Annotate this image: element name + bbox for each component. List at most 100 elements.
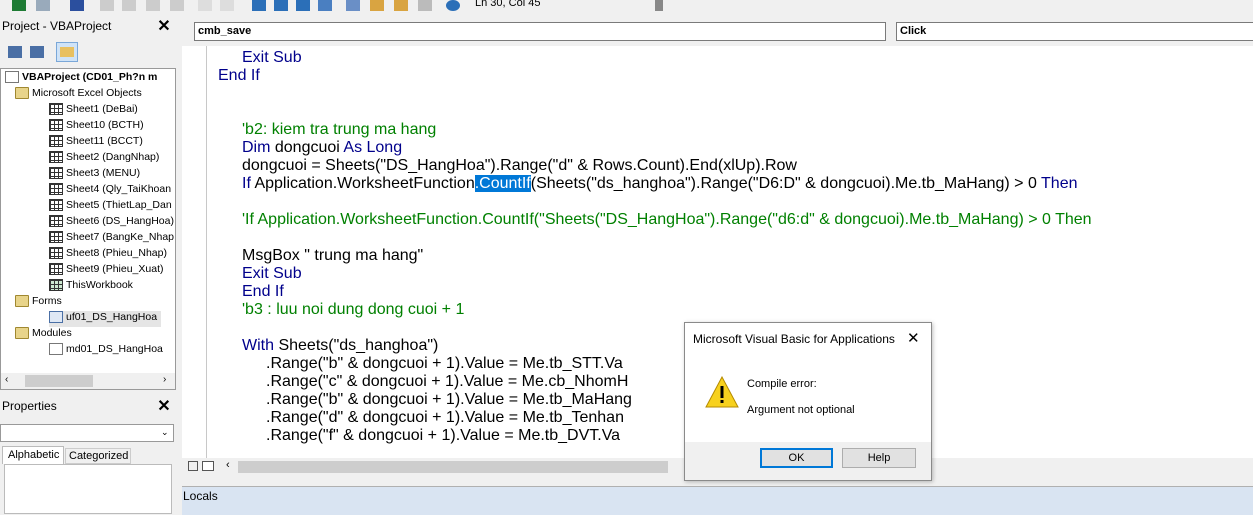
view-object-icon[interactable] bbox=[30, 46, 44, 58]
code-line: .Range("f" & dongcuoi + 1).Value = Me.tb… bbox=[266, 427, 621, 444]
worksheet-icon bbox=[49, 247, 63, 260]
selected-text: .CountIf bbox=[474, 175, 531, 192]
view-code-icon[interactable] bbox=[8, 46, 22, 58]
procedure-view-icon[interactable] bbox=[188, 461, 198, 471]
tree-item-sheet[interactable]: Sheet6 (DS_HangHoa) bbox=[49, 215, 174, 231]
scroll-left-icon[interactable]: ‹ bbox=[226, 459, 230, 471]
copy-icon[interactable] bbox=[122, 0, 136, 11]
warning-icon bbox=[705, 376, 739, 408]
worksheet-icon bbox=[49, 183, 63, 196]
toggle-folders-icon[interactable] bbox=[56, 42, 78, 62]
close-icon[interactable]: ✕ bbox=[907, 329, 920, 347]
help-button[interactable]: Help bbox=[842, 448, 916, 468]
tree-item-sheet[interactable]: Sheet5 (ThietLap_Dan bbox=[49, 199, 172, 215]
code-margin bbox=[182, 46, 207, 458]
project-explorer-icon[interactable] bbox=[346, 0, 360, 11]
project-tree: VBAProject (CD01_Ph?n m Microsoft Excel … bbox=[0, 68, 176, 390]
tree-item-sheet[interactable]: Sheet4 (Qly_TaiKhoan bbox=[49, 183, 171, 199]
tree-item-sheet[interactable]: Sheet1 (DeBai) bbox=[49, 103, 138, 119]
code-line: .Range("b" & dongcuoi + 1).Value = Me.tb… bbox=[266, 355, 623, 372]
toolbox-icon[interactable] bbox=[418, 0, 432, 11]
error-dialog: Microsoft Visual Basic for Applications … bbox=[684, 322, 932, 481]
properties-object-select[interactable]: ⌄ bbox=[0, 424, 174, 442]
break-icon[interactable] bbox=[274, 0, 288, 11]
tree-item-sheet[interactable]: Sheet2 (DangNhap) bbox=[49, 151, 159, 167]
worksheet-icon bbox=[49, 263, 63, 276]
chevron-down-icon[interactable]: ⌄ bbox=[161, 427, 169, 438]
project-panel-header: Project - VBAProject ✕ bbox=[0, 17, 176, 37]
code-line: 'b3 : luu noi dung dong cuoi + 1 bbox=[242, 301, 465, 318]
tree-folder-excel-objects[interactable]: Microsoft Excel Objects bbox=[15, 87, 142, 103]
project-panel-toolbar bbox=[0, 40, 176, 66]
code-line: dongcuoi = Sheets("DS_HangHoa").Range("d… bbox=[242, 157, 797, 174]
project-panel-title: Project - VBAProject bbox=[2, 19, 112, 33]
toolbar-overflow-icon[interactable] bbox=[655, 0, 663, 11]
scroll-left-icon[interactable]: ‹ bbox=[5, 374, 8, 385]
code-line: If Application.WorksheetFunction.CountIf… bbox=[242, 175, 1078, 192]
properties-panel-title: Properties bbox=[2, 399, 57, 413]
code-line: Exit Sub bbox=[242, 49, 302, 66]
code-line: .Range("c" & dongcuoi + 1).Value = Me.cb… bbox=[266, 373, 629, 390]
scroll-thumb[interactable] bbox=[238, 461, 668, 473]
close-properties-panel-icon[interactable]: ✕ bbox=[156, 399, 172, 415]
toolbar: Ln 30, Col 45 bbox=[0, 0, 1253, 14]
undo-icon[interactable] bbox=[198, 0, 212, 11]
cut-icon[interactable] bbox=[100, 0, 114, 11]
code-line: End If bbox=[218, 67, 260, 84]
help-icon[interactable] bbox=[446, 0, 460, 11]
tab-alphabetic[interactable]: Alphabetic bbox=[2, 446, 64, 464]
code-line: Dim dongcuoi As Long bbox=[242, 139, 403, 156]
tree-item-sheet[interactable]: Sheet3 (MENU) bbox=[49, 167, 140, 183]
folder-icon bbox=[15, 295, 29, 308]
save-icon[interactable] bbox=[70, 0, 84, 11]
tree-item-sheet[interactable]: Sheet10 (BCTH) bbox=[49, 119, 144, 135]
object-combo[interactable]: cmb_save ⌄ bbox=[194, 22, 886, 41]
tree-item-workbook[interactable]: ThisWorkbook bbox=[49, 279, 133, 295]
tab-categorized[interactable]: Categorized bbox=[65, 448, 131, 464]
chevron-down-icon: ⌄ bbox=[198, 26, 206, 36]
dialog-body: Compile error: Argument not optional bbox=[685, 354, 931, 442]
reset-icon[interactable] bbox=[296, 0, 310, 11]
tree-folder-modules[interactable]: Modules bbox=[15, 327, 72, 343]
object-browser-icon[interactable] bbox=[394, 0, 408, 11]
code-line: End If bbox=[242, 283, 284, 300]
worksheet-icon bbox=[49, 151, 63, 164]
find-icon[interactable] bbox=[170, 0, 184, 11]
properties-grid[interactable] bbox=[4, 464, 172, 514]
run-icon[interactable] bbox=[252, 0, 266, 11]
paste-icon[interactable] bbox=[146, 0, 160, 11]
worksheet-icon bbox=[49, 215, 63, 228]
tree-item-module[interactable]: md01_DS_HangHoa bbox=[49, 343, 163, 359]
insert-icon[interactable] bbox=[36, 0, 50, 11]
locals-title: Locals bbox=[183, 489, 218, 503]
worksheet-icon bbox=[49, 103, 63, 116]
tree-root[interactable]: VBAProject (CD01_Ph?n m bbox=[5, 71, 157, 87]
tree-item-sheet[interactable]: Sheet11 (BCCT) bbox=[49, 135, 143, 151]
ok-button[interactable]: OK bbox=[760, 448, 833, 468]
procedure-combo[interactable]: Click bbox=[896, 22, 1253, 41]
tree-item-sheet[interactable]: Sheet7 (BangKe_Nhap bbox=[49, 231, 174, 247]
folder-icon bbox=[15, 87, 29, 100]
excel-icon[interactable] bbox=[12, 0, 26, 11]
properties-icon[interactable] bbox=[370, 0, 384, 11]
tree-item-sheet[interactable]: Sheet8 (Phieu_Nhap) bbox=[49, 247, 167, 263]
tree-hscrollbar[interactable]: ‹ › bbox=[1, 373, 175, 389]
full-module-view-icon[interactable] bbox=[202, 461, 214, 471]
tree-item-form[interactable]: uf01_DS_HangHoa bbox=[49, 311, 162, 327]
code-line: Exit Sub bbox=[242, 265, 302, 282]
scroll-thumb[interactable] bbox=[25, 375, 93, 387]
code-window-header: cmb_save ⌄ Click bbox=[182, 18, 1253, 46]
code-line: .Range("b" & dongcuoi + 1).Value = Me.tb… bbox=[266, 391, 632, 408]
scroll-right-icon[interactable]: › bbox=[163, 374, 166, 385]
worksheet-icon bbox=[49, 199, 63, 212]
design-mode-icon[interactable] bbox=[318, 0, 332, 11]
folder-icon bbox=[15, 327, 29, 340]
redo-icon[interactable] bbox=[220, 0, 234, 11]
tree-folder-forms[interactable]: Forms bbox=[15, 295, 62, 311]
worksheet-icon bbox=[49, 167, 63, 180]
tree-item-sheet[interactable]: Sheet9 (Phieu_Xuat) bbox=[49, 263, 163, 279]
close-project-panel-icon[interactable]: ✕ bbox=[156, 19, 172, 35]
code-line: .Range("d" & dongcuoi + 1).Value = Me.tb… bbox=[266, 409, 624, 426]
userform-icon bbox=[49, 311, 63, 324]
worksheet-icon bbox=[49, 135, 63, 148]
